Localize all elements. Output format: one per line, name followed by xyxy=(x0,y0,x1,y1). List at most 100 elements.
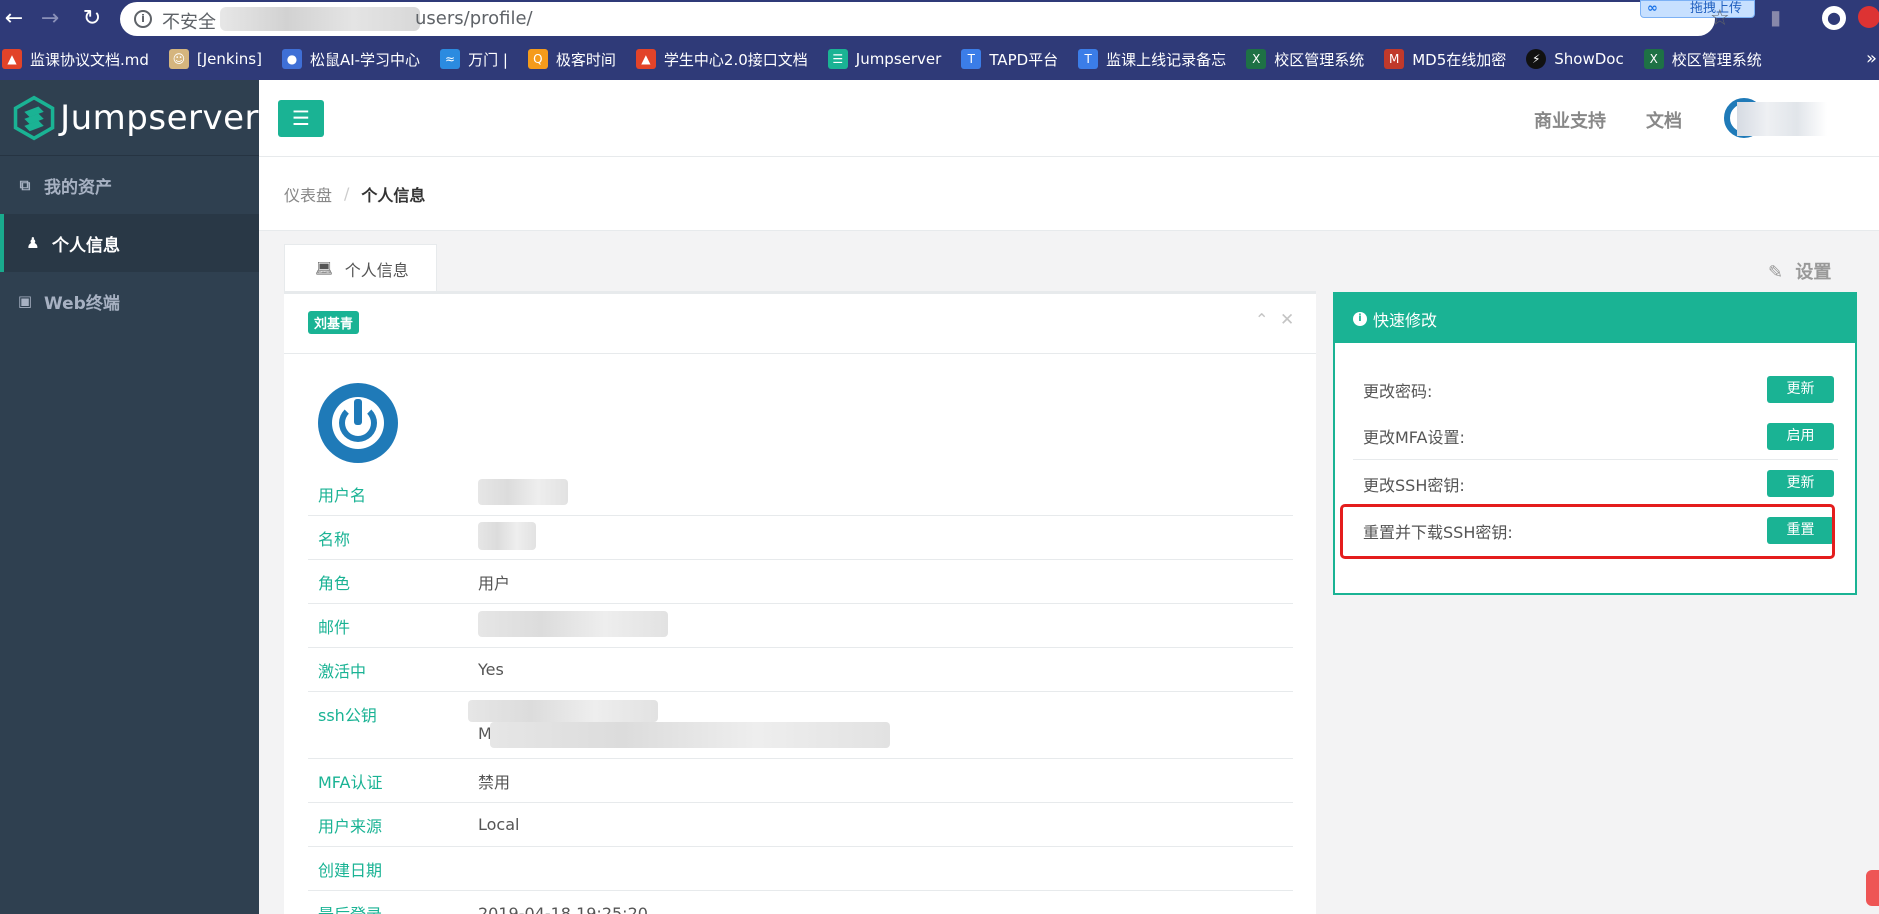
row-value: 2019-04-18 19:25:20 xyxy=(478,903,648,914)
assets-icon: ⧉ xyxy=(19,176,31,194)
table-row: 角色 用户 xyxy=(308,560,1293,604)
logo-text: Jumpserver xyxy=(60,97,259,138)
reload-icon[interactable]: ↻ xyxy=(78,4,106,34)
row-value: Local xyxy=(478,815,520,834)
bookmark-item[interactable]: T 监课上线记录备忘 xyxy=(1078,49,1226,70)
quick-modify-panel: i 快速修改 更改密码: 更新 更改MFA设置: 启用 更改SSH密钥: 更新 … xyxy=(1333,292,1857,595)
nav-link-docs[interactable]: 文档 xyxy=(1646,107,1682,133)
hamburger-icon: ☰ xyxy=(292,106,310,130)
excel-icon: X xyxy=(1246,49,1267,69)
table-row: 激活中 Yes xyxy=(308,648,1293,692)
row-label: 名称 xyxy=(318,529,351,549)
update-password-button[interactable]: 更新 xyxy=(1767,376,1834,403)
forward-icon[interactable]: → xyxy=(36,4,64,34)
showdoc-icon: ⚡ xyxy=(1526,49,1547,69)
nav-link-support[interactable]: 商业支持 xyxy=(1534,107,1606,133)
row-value xyxy=(478,610,668,641)
redacted-value xyxy=(468,700,658,722)
extension-icon[interactable] xyxy=(1858,6,1879,28)
bookmark-item[interactable]: ▲ 学生中心2.0接口文档 xyxy=(635,49,808,70)
user-name-badge: 刘基青 xyxy=(308,311,360,334)
bookmark-item[interactable]: X 校区管理系统 xyxy=(1643,49,1762,70)
account-icon[interactable]: ● xyxy=(1822,6,1846,30)
back-icon[interactable]: ← xyxy=(0,4,28,34)
sidebar-item-profile[interactable]: ♟ 个人信息 xyxy=(0,214,259,272)
enable-mfa-button[interactable]: 启用 xyxy=(1767,422,1834,450)
row-label: 邮件 xyxy=(318,617,351,637)
tab-settings[interactable]: ✎ 设置 xyxy=(1768,258,1831,284)
redacted-value xyxy=(478,610,668,637)
bookmark-label: TAPD平台 xyxy=(989,50,1059,69)
info-circle-icon: i xyxy=(1353,311,1367,326)
logo[interactable]: Jumpserver xyxy=(0,80,259,156)
user-icon: ♟ xyxy=(26,234,40,252)
info-icon[interactable]: i xyxy=(134,10,152,28)
upload-extension-badge[interactable]: ∞ 拖拽上传 xyxy=(1640,0,1755,18)
username-redacted[interactable] xyxy=(1737,102,1827,136)
menu-toggle-button[interactable]: ☰ xyxy=(278,100,324,137)
gitlab-fox-icon: ▲ xyxy=(2,49,22,69)
browser-toolbar: ← → ↻ i 不安全 users/profile/ ∞ 拖拽上传 ☆ ▮ ● xyxy=(0,0,1879,38)
tapd-icon: T xyxy=(961,49,982,69)
bookmark-item[interactable]: T TAPD平台 xyxy=(961,49,1058,70)
bookmark-icon[interactable]: ▮ xyxy=(1770,5,1781,29)
update-ssh-key-button[interactable]: 更新 xyxy=(1767,470,1834,497)
wanmen-icon: ≈ xyxy=(440,49,461,69)
profile-info-table: 用户名 名称 角色 用户 邮件 激活中 Yes ssh公钥 M MFA认证 禁用… xyxy=(308,472,1293,914)
breadcrumb-dashboard[interactable]: 仪表盘 xyxy=(284,182,332,206)
row-value xyxy=(478,521,536,554)
row-value: 用户 xyxy=(478,573,511,593)
row-value: M xyxy=(468,700,978,758)
panel-title: 快速修改 xyxy=(1373,310,1438,330)
top-navbar: ☰ 商业支持 文档 xyxy=(259,80,1879,157)
bookmark-item[interactable]: ≈ 万门 | xyxy=(440,49,508,70)
geektime-icon: Q xyxy=(527,49,548,69)
address-bar[interactable]: i 不安全 users/profile/ xyxy=(120,2,1715,36)
table-row: 邮件 xyxy=(308,604,1293,648)
jumpserver-logo-icon xyxy=(13,95,55,140)
jenkins-icon: ☺ xyxy=(168,49,189,69)
floating-widget-icon[interactable] xyxy=(1866,870,1879,906)
bookmark-item[interactable]: ☺ [Jenkins] xyxy=(168,49,262,69)
quick-row-label: 更改密码: xyxy=(1363,381,1433,401)
sidebar-item-assets[interactable]: ⧉ 我的资产 xyxy=(0,156,259,214)
more-bookmarks-icon[interactable]: » xyxy=(1866,48,1877,69)
bookmark-item[interactable]: M MD5在线加密 xyxy=(1384,49,1506,70)
close-icon[interactable]: ✕ xyxy=(1280,310,1294,330)
bookmark-item[interactable]: ● 松鼠AI-学习中心 xyxy=(281,49,420,70)
breadcrumb: 仪表盘 / 个人信息 xyxy=(259,157,1879,231)
profile-panel: 刘基青 ⌃ ✕ 用户名 名称 角色 用户 邮件 激活中 Yes ssh公钥 M … xyxy=(284,291,1316,914)
tapd-icon: T xyxy=(1078,49,1099,69)
bookmark-item[interactable]: X 校区管理系统 xyxy=(1246,49,1364,70)
bookmark-item[interactable]: Q 极客时间 xyxy=(527,49,616,70)
reset-ssh-key-button[interactable]: 重置 xyxy=(1767,517,1834,544)
url-path: users/profile/ xyxy=(415,8,533,29)
quick-row-label: 更改SSH密钥: xyxy=(1363,475,1465,495)
squirrel-icon: ● xyxy=(281,49,302,69)
quick-modify-list: 更改密码: 更新 更改MFA设置: 启用 更改SSH密钥: 更新 重置并下载SS… xyxy=(1353,366,1838,554)
row-label: MFA认证 xyxy=(318,772,383,792)
row-label: 激活中 xyxy=(318,661,367,681)
row-label: 用户来源 xyxy=(318,816,383,836)
bookmark-item[interactable]: ▲ 监课协议文档.md xyxy=(2,49,149,70)
sidebar-item-web-terminal[interactable]: ▣ Web终端 xyxy=(0,272,259,330)
table-row: 最后登录 2019-04-18 19:25:20 xyxy=(308,891,1293,914)
bookmark-label: MD5在线加密 xyxy=(1412,50,1507,69)
link-icon: ∞ xyxy=(1647,1,1658,16)
bookmark-label: [Jenkins] xyxy=(196,50,262,68)
bookmark-item[interactable]: ⚡ ShowDoc xyxy=(1526,49,1624,69)
bookmark-label: 极客时间 xyxy=(555,50,616,69)
list-item: 重置并下载SSH密钥: 重置 xyxy=(1353,507,1838,554)
row-value: Yes xyxy=(478,660,504,679)
row-value xyxy=(478,478,568,509)
terminal-icon: ▣ xyxy=(17,292,33,310)
chevron-up-icon[interactable]: ⌃ xyxy=(1255,310,1268,329)
star-icon[interactable]: ☆ xyxy=(1710,6,1730,31)
bookmark-item[interactable]: ☰ Jumpserver xyxy=(827,49,941,69)
list-item: 更改SSH密钥: 更新 xyxy=(1353,460,1838,507)
bookmark-label: 万门 | xyxy=(468,50,508,69)
bookmark-label: 学生中心2.0接口文档 xyxy=(663,50,808,69)
breadcrumb-current: 个人信息 xyxy=(361,185,426,205)
tab-profile[interactable]: 💻︎ 个人信息 xyxy=(284,244,437,292)
bookmark-label: 监课协议文档.md xyxy=(30,50,149,69)
